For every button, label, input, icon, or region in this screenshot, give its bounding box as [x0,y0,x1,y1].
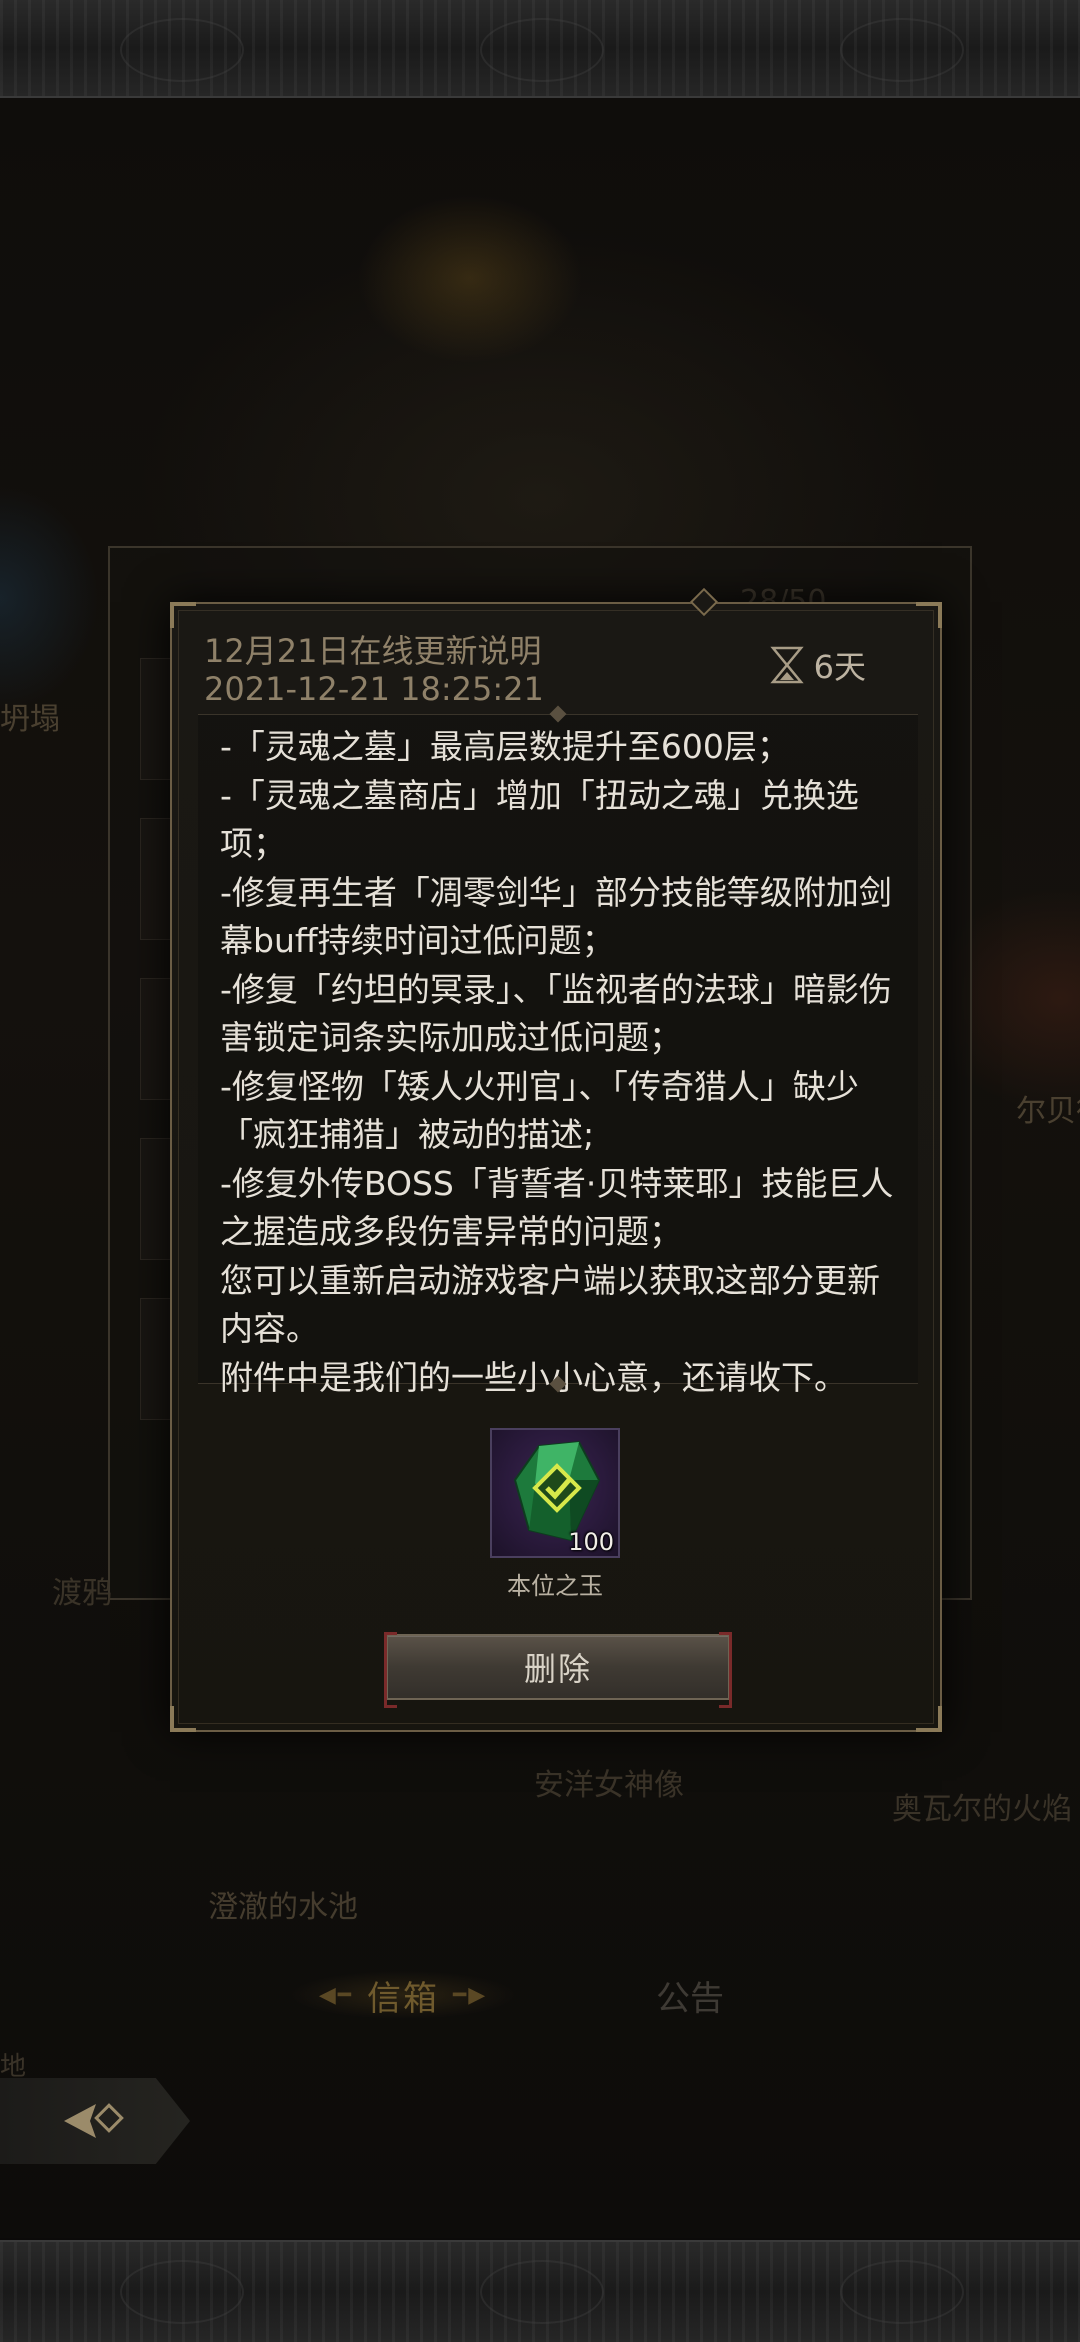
mail-body-line: -「灵魂之墓商店」增加「扭动之魂」兑换选项； [220,775,859,864]
top-ornament-bar [0,0,1080,98]
mail-tabs: ◀━ 信箱 ━▶ 公告 [0,1960,1080,2030]
mail-title: 12月21日在线更新说明 [204,632,542,670]
background-label-fire: 奥瓦尔的火焰 [892,1792,1072,1827]
mail-body-line: -修复再生者「凋零剑华」部分技能等级附加剑幕buff持续时间过低问题； [220,872,892,961]
tab-notice[interactable]: 公告 [620,1960,760,2030]
attachment-slot[interactable]: 100 [490,1428,620,1558]
attachment-name: 本位之玉 [507,1572,603,1600]
tab-ornament-right-icon: ━▶ [453,1982,488,2008]
background-label-goddess-statue: 安洋女神像 [534,1768,684,1803]
attachment-count: 100 [568,1528,614,1556]
mail-detail-dialog: 12月21日在线更新说明 2021-12-21 18:25:21 6天 -「灵魂… [170,587,944,1732]
mail-body-line: -「灵魂之墓」最高层数提升至600层； [220,727,790,766]
back-button[interactable] [0,2078,190,2164]
mail-datetime: 2021-12-21 18:25:21 [204,670,544,708]
delete-button[interactable]: 删除 [384,1632,732,1708]
mail-body: -「灵魂之墓」最高层数提升至600层； -「灵魂之墓商店」增加「扭动之魂」兑换选… [220,723,900,1402]
delete-button-label: 删除 [523,1650,592,1688]
mail-body-line: -修复怪物「矮人火刑官」、「传奇猎人」缺少「疯狂捕猎」被动的描述; [220,1066,859,1155]
tab-mailbox[interactable]: ◀━ 信箱 ━▶ [268,1960,538,2030]
frame-corner [170,1706,196,1732]
background-label-pool: 澄澈的水池 [208,1890,358,1925]
attachment-item[interactable]: 100 本位之玉 [490,1428,620,1601]
ornament-swirl [480,18,604,82]
frame-corner [916,1706,942,1732]
background-label-albert: 尔贝德 [1016,1094,1080,1129]
mail-body-line: 您可以重新启动游戏客户端以获取这部分更新内容。 [220,1260,880,1349]
mail-body-line: -修复外传BOSS「背誓者·贝特莱耶」技能巨人之握造成多段伤害异常的问题； [220,1163,894,1252]
hourglass-icon [769,646,804,684]
mail-header: 12月21日在线更新说明 2021-12-21 18:25:21 6天 [172,604,944,712]
tab-mailbox-label: 信箱 [367,1978,439,2019]
back-arrow-icon [64,2103,124,2138]
background-label-collapse: 坍塌 [0,702,60,737]
mail-body-line: -修复「约坦的冥录」、「监视者的法球」暗影伤害锁定词条实际加成过低问题； [220,969,892,1058]
ornament-swirl [840,18,964,82]
ornament-swirl [480,2260,604,2324]
mail-body-box[interactable]: -「灵魂之墓」最高层数提升至600层； -「灵魂之墓商店」增加「扭动之魂」兑换选… [198,705,918,1397]
expiry-indicator: 6天 [769,642,866,688]
ornament-swirl [120,18,244,82]
bottom-ornament-bar [0,2240,1080,2342]
background-label-land: 地 [0,2052,27,2082]
ornament-swirl [840,2260,964,2324]
tab-ornament-left-icon: ◀━ [318,1982,353,2008]
button-ornament [719,1632,732,1708]
ornament-swirl [120,2260,244,2324]
expiry-days: 6天 [813,648,866,686]
background-label-crow: 渡鸦 [52,1576,112,1611]
button-ornament [384,1632,397,1708]
